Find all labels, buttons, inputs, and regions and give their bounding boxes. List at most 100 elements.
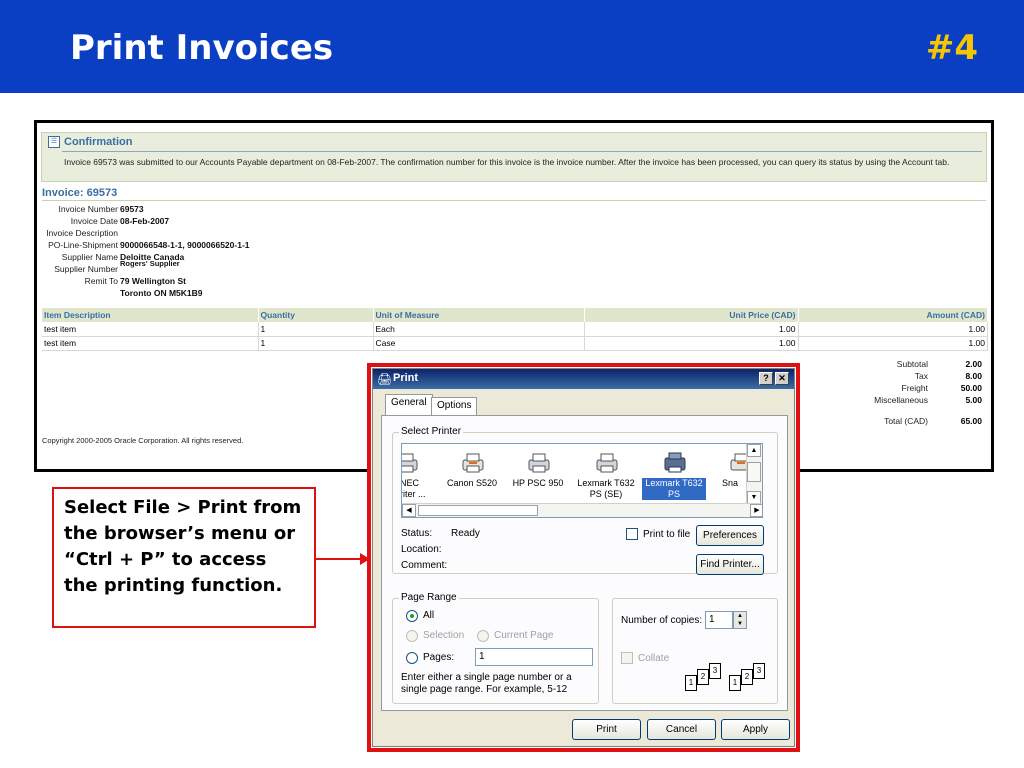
table-cell: 1	[258, 336, 374, 351]
page-range-group: Page Range All Selection Current Page Pa…	[392, 592, 599, 704]
scroll-thumb[interactable]	[418, 505, 538, 516]
field-supplier-number: Supplier Number	[40, 263, 340, 275]
callout-arrow	[316, 558, 366, 560]
page-range-hint: Enter either a single page number or a s…	[401, 672, 572, 695]
network-printer-icon	[664, 452, 686, 473]
field-label: Supplier Name	[61, 252, 118, 262]
status-value: Ready	[451, 528, 480, 539]
field-label: Remit To	[84, 276, 118, 286]
field-label: Invoice Description	[46, 228, 118, 238]
field-po-line-shipment: PO-Line-Shipment 9000066548-1-1, 9000066…	[40, 239, 340, 251]
selection-radio[interactable]	[406, 630, 418, 642]
all-pages-radio[interactable]	[406, 610, 418, 622]
column-header: Amount (CAD)	[798, 308, 988, 322]
field-invoice-number: Invoice Number 69573	[40, 203, 340, 215]
table-cell: Each	[373, 322, 585, 337]
scroll-right-icon[interactable]: ▶	[750, 504, 762, 517]
divider	[62, 151, 982, 152]
pages-input[interactable]: 1	[475, 648, 593, 666]
table-cell: 1.00	[584, 336, 799, 351]
scroll-thumb[interactable]	[747, 462, 761, 482]
field-value: 69573	[120, 204, 144, 214]
preferences-button[interactable]: Preferences	[696, 525, 764, 546]
collate-page: 2	[741, 669, 753, 685]
collate-page: 3	[709, 663, 721, 679]
printer-item[interactable]: Lexmark T632 PS (SE)	[574, 444, 638, 504]
location-label: Location:	[401, 544, 442, 555]
total-row: Tax 8.00	[854, 370, 984, 382]
printer-list[interactable]: NEC riter ... Canon S520 HP PSC 950 Lexm…	[401, 443, 763, 518]
collate-checkbox[interactable]	[621, 652, 633, 664]
invoice-heading: Invoice: 69573	[42, 187, 118, 199]
column-header: Unit Price (CAD)	[584, 308, 799, 322]
divider	[42, 200, 986, 201]
find-printer-button[interactable]: Find Printer...	[696, 554, 764, 575]
field-label: PO-Line-Shipment	[48, 240, 118, 250]
table-cell: test item	[42, 322, 259, 337]
apply-button[interactable]: Apply	[721, 719, 790, 740]
field-value: Toronto ON M5K1B9	[120, 288, 203, 298]
field-supplier-name: Supplier Name Deloitte Canada	[40, 251, 340, 263]
copies-input[interactable]: 1	[705, 611, 733, 629]
copies-group: Number of copies: 1 ▲ ▼ Collate 1 2 3 1 2…	[612, 598, 778, 704]
collate-page: 2	[697, 669, 709, 685]
total-row: Subtotal 2.00	[854, 358, 984, 370]
supplier-overlay-text: Rogers' Supplier	[120, 259, 180, 268]
printer-label: Canon S520	[446, 478, 498, 488]
field-invoice-description: Invoice Description	[40, 227, 340, 239]
current-page-radio[interactable]	[477, 630, 489, 642]
cancel-button[interactable]: Cancel	[647, 719, 716, 740]
callout-text: Select File > Print from the browser’s m…	[64, 497, 302, 596]
table-cell: 1.00	[798, 322, 988, 337]
printer-item[interactable]: Canon S520	[440, 444, 504, 504]
total-label: Subtotal	[896, 359, 928, 369]
field-invoice-date: Invoice Date 08-Feb-2007	[40, 215, 340, 227]
total-value: 8.00	[965, 371, 982, 381]
printer-item-selected[interactable]: Lexmark T632 PS	[642, 444, 706, 504]
collate-page: 1	[729, 675, 741, 691]
printer-list-hscroll[interactable]: ◀ ▶	[402, 503, 762, 517]
select-printer-group: Select Printer NEC riter ... Canon S520 …	[392, 426, 778, 575]
collate-page: 1	[685, 675, 697, 691]
collate-page: 3	[753, 663, 765, 679]
field-value: 08-Feb-2007	[120, 216, 170, 226]
printer-item[interactable]: NEC riter ...	[402, 444, 438, 504]
printer-icon	[528, 453, 550, 473]
group-title: Select Printer	[399, 426, 464, 437]
invoice-lines-table: Item Description Quantity Unit of Measur…	[42, 308, 988, 351]
field-label: Invoice Number	[58, 204, 118, 214]
all-pages-label: All	[423, 610, 435, 621]
pages-radio[interactable]	[406, 652, 418, 664]
tab-general[interactable]: General	[385, 394, 433, 416]
total-value: 50.00	[960, 383, 982, 393]
printer-icon	[402, 453, 418, 473]
scroll-up-icon[interactable]: ▲	[747, 444, 761, 457]
total-row: Miscellaneous 5.00	[854, 394, 984, 406]
printer-label: HP PSC 950	[512, 478, 564, 488]
close-button[interactable]: ✕	[775, 372, 789, 385]
scroll-left-icon[interactable]: ◀	[402, 504, 416, 517]
printer-item[interactable]: HP PSC 950	[506, 444, 570, 504]
copies-spinner[interactable]: ▲ ▼	[733, 611, 747, 629]
dialog-titlebar[interactable]: 🖨 Print ? ✕	[373, 369, 794, 389]
tab-options[interactable]: Options	[431, 397, 478, 416]
column-header: Quantity	[258, 308, 374, 322]
confirmation-icon: ☰	[48, 136, 60, 148]
table-cell: 1	[258, 322, 374, 337]
print-to-file-checkbox[interactable]	[626, 528, 638, 540]
print-dialog: 🖨 Print ? ✕ General Options Select Print…	[372, 368, 795, 747]
printer-list-vscroll[interactable]: ▲ ▼	[746, 444, 762, 504]
help-button[interactable]: ?	[759, 372, 773, 385]
total-label: Tax	[914, 371, 928, 381]
selection-label: Selection	[423, 630, 465, 641]
slide-header: Print Invoices #4	[0, 0, 1024, 93]
instruction-callout: Select File > Print from the browser’s m…	[52, 487, 316, 628]
print-button[interactable]: Print	[572, 719, 641, 740]
total-value: 2.00	[965, 359, 982, 369]
printer-icon	[462, 453, 484, 473]
comment-label: Comment:	[401, 560, 448, 571]
field-label: Invoice Date	[70, 216, 118, 226]
table-cell: 1.00	[798, 336, 988, 351]
status-label: Status:	[401, 528, 433, 539]
printer-label: Lexmark T632 PS	[642, 478, 706, 500]
